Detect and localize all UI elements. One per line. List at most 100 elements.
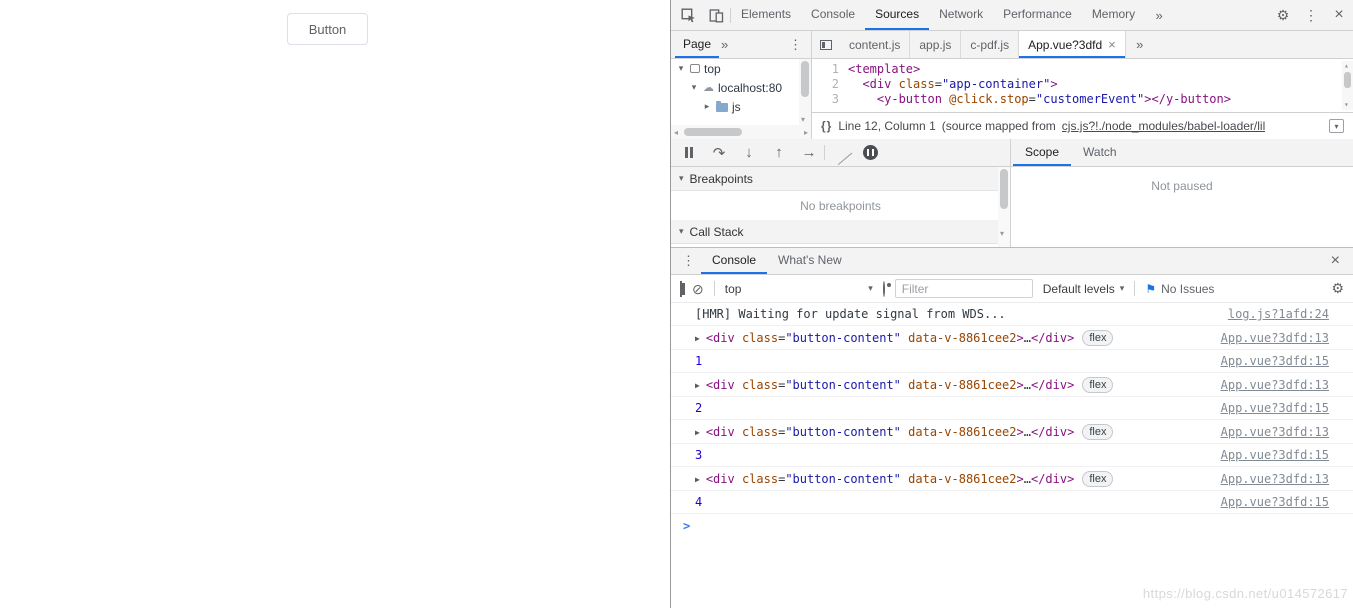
page-button[interactable]: Button <box>287 13 368 45</box>
tree-item-top[interactable]: ▾ top <box>671 59 811 78</box>
close-tab-icon[interactable]: × <box>1108 37 1116 52</box>
tree-item-localhost-80[interactable]: ▾☁localhost:80 <box>671 78 811 97</box>
navigator-horizontal-scrollbar[interactable]: ◂ ▸ <box>671 125 811 139</box>
expand-icon[interactable]: ▶ <box>695 378 700 393</box>
scrollbar-thumb[interactable] <box>801 61 809 97</box>
file-tab-content-js[interactable]: content.js <box>840 31 910 58</box>
step-icon[interactable]: → <box>794 139 824 166</box>
console-kebab-icon[interactable]: ⋮ <box>676 253 701 269</box>
code-token: class <box>742 378 778 393</box>
scroll-up-icon[interactable]: ▴ <box>1344 62 1349 70</box>
call-stack-section-header[interactable]: ▾ Call Stack <box>671 220 1010 244</box>
sources-panel: Page » ⋮ ▾ top ▾☁localhost:80▸js ▾ ◂ ▸ <box>671 31 1353 139</box>
scrollbar-thumb[interactable] <box>684 128 742 136</box>
source-map-link[interactable]: cjs.js?!./node_modules/babel-loader/lil <box>1062 119 1265 133</box>
step-into-icon[interactable]: ↓ <box>734 139 764 166</box>
expand-icon[interactable]: ▶ <box>695 425 700 440</box>
inspect-element-icon[interactable] <box>674 0 702 30</box>
source-location-link[interactable]: App.vue?3dfd:13 <box>1221 425 1329 440</box>
tab-network[interactable]: Network <box>929 0 993 30</box>
source-location-link[interactable]: App.vue?3dfd:13 <box>1221 331 1329 346</box>
console-message: ▶<div class="button-content" data-v-8861… <box>671 326 1353 350</box>
navigator-kebab-icon[interactable]: ⋮ <box>783 37 808 53</box>
navigator-vertical-scrollbar[interactable]: ▾ <box>799 59 811 125</box>
editor-status-bar: {} Line 12, Column 1 (source mapped from… <box>812 112 1353 139</box>
chevron-down-icon[interactable]: ▾ <box>689 82 699 93</box>
clear-console-icon[interactable]: ⊘ <box>692 282 704 296</box>
pause-on-exceptions-icon[interactable] <box>855 139 885 166</box>
chevron-down-icon[interactable]: ▾ <box>676 63 686 74</box>
file-tab-app-vue-3dfd[interactable]: App.vue?3dfd× <box>1019 31 1126 58</box>
pause-icon[interactable] <box>674 139 704 166</box>
scroll-right-icon[interactable]: ▸ <box>804 128 808 137</box>
breakpoints-section-header[interactable]: ▾ Breakpoints <box>671 167 1010 191</box>
close-devtools-icon[interactable]: × <box>1325 0 1353 30</box>
more-tabs-icon[interactable]: » <box>1145 0 1173 30</box>
source-location-link[interactable]: App.vue?3dfd:15 <box>1221 495 1329 510</box>
step-out-icon[interactable]: ↑ <box>764 139 794 166</box>
code-token <box>848 92 877 106</box>
expand-icon[interactable]: ▶ <box>695 472 700 487</box>
console-settings-gear-icon[interactable]: ⚙ <box>1331 280 1344 297</box>
source-location-link[interactable]: App.vue?3dfd:15 <box>1221 448 1329 463</box>
source-location-link[interactable]: App.vue?3dfd:13 <box>1221 378 1329 393</box>
scroll-down-icon[interactable]: ▾ <box>801 116 805 124</box>
console-sidebar-icon[interactable] <box>680 282 682 296</box>
source-location-link[interactable]: App.vue?3dfd:15 <box>1221 354 1329 369</box>
scroll-down-icon[interactable]: ▾ <box>1344 101 1349 109</box>
expand-icon[interactable]: ▶ <box>695 331 700 346</box>
issues-counter[interactable]: ⚑ No Issues <box>1145 282 1214 296</box>
source-location-link[interactable]: log.js?1afd:24 <box>1228 307 1329 322</box>
editor-vertical-scrollbar[interactable]: ▴ ▾ <box>1342 61 1353 110</box>
tab-sources[interactable]: Sources <box>865 0 929 30</box>
tab-console[interactable]: Console <box>701 248 767 274</box>
tab-whats-new[interactable]: What's New <box>767 248 853 274</box>
tree-item-label: top <box>704 62 721 76</box>
code-token: </div> <box>1031 378 1074 393</box>
status-menu-icon[interactable]: ▾ <box>1329 119 1344 133</box>
console-prompt[interactable]: > <box>671 514 1353 526</box>
tree-item-label: localhost:80 <box>718 81 782 95</box>
sidebar-vertical-scrollbar[interactable]: ▾ <box>998 167 1010 247</box>
more-file-tabs-icon[interactable]: » <box>1126 31 1154 58</box>
code-token: ></y-button> <box>1144 92 1231 106</box>
kebab-menu-icon[interactable]: ⋮ <box>1297 0 1325 30</box>
code-editor[interactable]: 1<template>2 <div class="app-container">… <box>812 59 1353 112</box>
console-filter-input[interactable] <box>895 279 1033 298</box>
navigator-tab-page[interactable]: Page <box>675 31 719 58</box>
file-tabs: content.jsapp.jsc-pdf.jsApp.vue?3dfd× <box>840 31 1126 58</box>
file-tab-c-pdf-js[interactable]: c-pdf.js <box>961 31 1019 58</box>
close-drawer-icon[interactable]: × <box>1323 252 1348 270</box>
scroll-down-icon[interactable]: ▾ <box>1000 230 1004 238</box>
tab-scope[interactable]: Scope <box>1013 139 1071 166</box>
tab-watch[interactable]: Watch <box>1071 139 1129 166</box>
inspect-element-glyph <box>681 8 696 23</box>
flex-badge[interactable]: flex <box>1082 377 1113 393</box>
source-location-link[interactable]: App.vue?3dfd:13 <box>1221 472 1329 487</box>
file-tab-app-js[interactable]: app.js <box>910 31 961 58</box>
tab-memory[interactable]: Memory <box>1082 0 1145 30</box>
tab-performance[interactable]: Performance <box>993 0 1082 30</box>
toggle-navigator-icon[interactable] <box>812 31 840 58</box>
step-over-icon[interactable]: ↷ <box>704 139 734 166</box>
settings-gear-icon[interactable]: ⚙ <box>1269 0 1297 30</box>
flex-badge[interactable]: flex <box>1082 330 1113 346</box>
tab-console[interactable]: Console <box>801 0 865 30</box>
log-levels-select[interactable]: Default levels ▾ <box>1043 282 1125 296</box>
scrollbar-thumb[interactable] <box>1344 72 1351 88</box>
flex-badge[interactable]: flex <box>1082 471 1113 487</box>
chevron-right-icon[interactable]: ▸ <box>702 101 712 112</box>
scroll-left-icon[interactable]: ◂ <box>674 128 678 137</box>
javascript-context-select[interactable]: top ▾ <box>725 282 873 296</box>
pretty-print-icon[interactable]: {} <box>821 119 832 133</box>
source-location-link[interactable]: App.vue?3dfd:15 <box>1221 401 1329 416</box>
flex-badge[interactable]: flex <box>1082 424 1113 440</box>
scrollbar-thumb[interactable] <box>1000 169 1008 209</box>
device-toolbar-icon[interactable] <box>702 0 730 30</box>
tree-item-js[interactable]: ▸js <box>671 97 811 116</box>
chevron-down-icon: ▾ <box>679 226 684 237</box>
live-expression-eye-icon[interactable] <box>883 282 885 296</box>
more-navigator-tabs-icon[interactable]: » <box>721 37 728 52</box>
deactivate-breakpoints-icon[interactable] <box>825 139 855 166</box>
tab-elements[interactable]: Elements <box>731 0 801 30</box>
